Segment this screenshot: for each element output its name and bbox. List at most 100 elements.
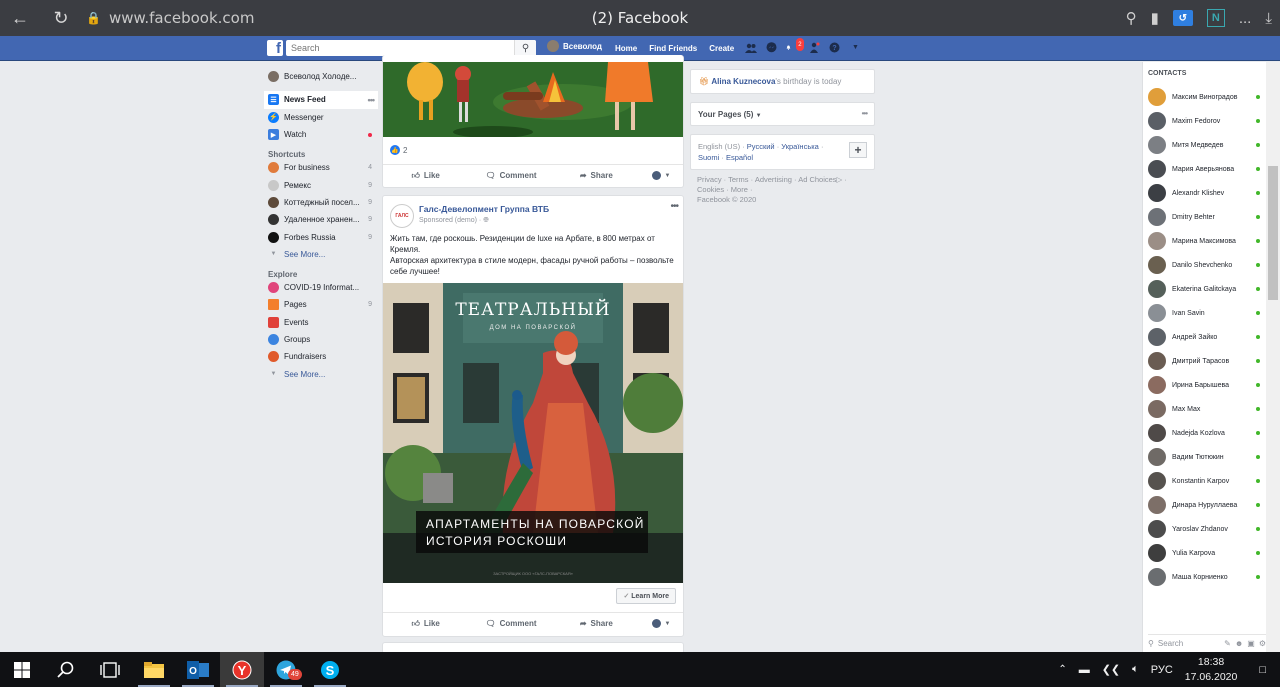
contact-item[interactable]: Alexandr Klishev — [1143, 181, 1266, 205]
contact-item[interactable]: Митя Медведев — [1143, 133, 1266, 157]
see-more-explore[interactable]: ▼ See More... — [264, 365, 378, 382]
contact-item[interactable]: Мария Аверьянова — [1143, 157, 1266, 181]
contact-item[interactable]: Максим Виноградов — [1143, 85, 1266, 109]
contact-item[interactable]: Вадим Тютюкин — [1143, 445, 1266, 469]
start-button[interactable] — [0, 652, 44, 687]
contact-item[interactable]: Maxim Fedorov — [1143, 109, 1266, 133]
friend-requests-icon[interactable] — [744, 41, 757, 54]
sidebar-item-remote-storage[interactable]: Удаленное хранен... 9 — [264, 211, 378, 228]
language-link[interactable]: Русский — [747, 142, 775, 151]
sidebar-item-pages[interactable]: Pages 9 — [264, 296, 378, 313]
language-link[interactable]: Español — [726, 153, 753, 162]
contact-item[interactable]: Марина Максимова — [1143, 229, 1266, 253]
chevron-down-icon[interactable]: ▼ — [756, 113, 762, 119]
contact-item[interactable]: Yaroslav Zhdanov — [1143, 517, 1266, 541]
birthday-box[interactable]: 🎁︎ Alina Kuznecova's birthday is today — [690, 69, 875, 94]
contact-item[interactable]: Yulia Karpova — [1143, 541, 1266, 565]
contact-item[interactable]: Ирина Барышева — [1143, 373, 1266, 397]
profile-link[interactable]: Всеволод — [547, 40, 602, 52]
notifications-icon[interactable]: □ — [1259, 664, 1266, 676]
audience-selector[interactable]: ▼ — [639, 171, 683, 180]
contacts-search[interactable]: ⚲ Search ✎ ☻ ▣ ⚙ — [1148, 634, 1266, 648]
search-icon[interactable] — [44, 652, 88, 687]
add-language-button[interactable]: + — [849, 142, 867, 158]
contact-item[interactable]: Max Max — [1143, 397, 1266, 421]
contact-item[interactable]: Dmitry Behter — [1143, 205, 1266, 229]
post-image[interactable] — [383, 62, 683, 137]
language-link[interactable]: Suomi — [698, 153, 719, 162]
create-link[interactable]: Create — [709, 44, 734, 53]
account-dropdown-icon[interactable]: ▼ — [849, 41, 862, 54]
home-link[interactable]: Home — [615, 44, 637, 53]
messenger-icon[interactable] — [765, 41, 778, 54]
volume-icon[interactable]: 🔈︎ — [1132, 663, 1139, 676]
scrollbar-thumb[interactable] — [1268, 166, 1278, 300]
menu-icon[interactable]: ... — [1239, 10, 1252, 27]
your-pages-label[interactable]: Your Pages (5) — [698, 110, 753, 119]
footer-link[interactable]: Cookies — [697, 185, 724, 194]
sidebar-item-messenger[interactable]: ⚡ Messenger — [264, 109, 378, 126]
contact-item[interactable]: Nadejda Kozlova — [1143, 421, 1266, 445]
audience-selector[interactable]: ▼ — [639, 619, 683, 628]
learn-more-button[interactable]: ✓ Learn More — [616, 588, 676, 604]
contact-item[interactable]: Маша Корниенко — [1143, 565, 1266, 589]
more-options-icon[interactable]: ••• — [670, 201, 678, 212]
facebook-logo[interactable]: f — [267, 40, 283, 56]
share-button[interactable]: ➦ Share — [554, 171, 639, 180]
birthday-name[interactable]: Alina Kuznecova — [711, 77, 775, 86]
profile-shortcut[interactable]: Всеволод Холоде... — [264, 68, 378, 85]
footer-link[interactable]: Ad Choices — [798, 175, 836, 184]
like-button[interactable]: 👍︎ Like — [383, 171, 468, 181]
see-more-shortcuts[interactable]: ▼ See More... — [264, 246, 378, 263]
video-icon[interactable]: ▣ — [1247, 639, 1255, 648]
download-icon[interactable]: ⤓ — [1265, 10, 1272, 27]
sidebar-item-for-business[interactable]: For business 4 — [264, 159, 378, 176]
settings-icon[interactable]: ⚙ — [1259, 639, 1266, 648]
search-input[interactable] — [286, 41, 506, 55]
compose-icon[interactable]: ✎ — [1224, 639, 1231, 648]
contact-item[interactable]: Danilo Shevchenko — [1143, 253, 1266, 277]
group-icon[interactable]: ☻ — [1235, 639, 1243, 648]
language-link[interactable]: Українська — [781, 142, 819, 151]
footer-link[interactable]: Advertising — [755, 175, 792, 184]
sidebar-item-covid[interactable]: COVID-19 Informat... — [264, 279, 378, 296]
more-options-icon[interactable]: ••• — [862, 109, 868, 118]
sidebar-item-watch[interactable]: ▶ Watch — [264, 126, 378, 143]
page-name[interactable]: Галс-Девелопмент Группа ВТБ — [419, 204, 549, 214]
outlook-icon[interactable]: O — [176, 652, 220, 687]
file-explorer-icon[interactable] — [132, 652, 176, 687]
comment-button[interactable]: 🗨 Comment — [468, 619, 553, 628]
search-icon[interactable]: ⚲ — [1126, 9, 1137, 27]
reaction-summary[interactable]: 👍 2 — [390, 145, 407, 155]
sidebar-item-events[interactable]: Events — [264, 314, 378, 331]
contact-item[interactable]: Ivan Savin — [1143, 301, 1266, 325]
sidebar-item-fundraisers[interactable]: Fundraisers — [264, 348, 378, 365]
comment-button[interactable]: 🗨 Comment — [468, 171, 553, 180]
page-logo[interactable]: ГАЛС — [390, 204, 414, 228]
extension-n-icon[interactable]: N — [1206, 9, 1225, 27]
ad-image[interactable]: ТЕАТРАЛЬНЫЙ ДОМ НА ПОВАРСКОЙ АПАРТАМЕНТЫ… — [383, 283, 683, 583]
more-options-icon[interactable]: ••• — [368, 95, 376, 105]
contact-item[interactable]: Динара Нуруллаева — [1143, 493, 1266, 517]
sidebar-item-news-feed[interactable]: ☰ News Feed ••• — [264, 91, 378, 109]
yandex-browser-icon[interactable]: Y — [220, 652, 264, 687]
task-view-icon[interactable] — [88, 652, 132, 687]
sidebar-item-groups[interactable]: Groups — [264, 331, 378, 348]
wifi-icon[interactable]: ❮❮ — [1102, 663, 1120, 676]
chevron-up-icon[interactable]: ⌃ — [1058, 664, 1066, 675]
footer-link[interactable]: Terms — [728, 175, 748, 184]
clock[interactable]: 18:38 17.06.2020 — [1185, 655, 1238, 685]
sidebar-item-forbes[interactable]: Forbes Russia 9 — [264, 228, 378, 245]
find-friends-link[interactable]: Find Friends — [649, 44, 697, 53]
groups-icon[interactable] — [807, 41, 820, 54]
contact-item[interactable]: Ekaterina Galitckaya — [1143, 277, 1266, 301]
footer-link[interactable]: Privacy — [697, 175, 722, 184]
contact-item[interactable]: Konstantin Karpov — [1143, 469, 1266, 493]
battery-icon[interactable]: ▬ — [1079, 664, 1090, 676]
contact-item[interactable]: Андрей Зайко — [1143, 325, 1266, 349]
contact-item[interactable]: Дмитрий Тарасов — [1143, 349, 1266, 373]
telegram-icon[interactable]: 49 — [264, 652, 308, 687]
footer-link[interactable]: More — [731, 185, 748, 194]
extension-icon[interactable]: ↺ — [1172, 10, 1193, 26]
bookmark-icon[interactable]: ▮ — [1151, 9, 1159, 27]
